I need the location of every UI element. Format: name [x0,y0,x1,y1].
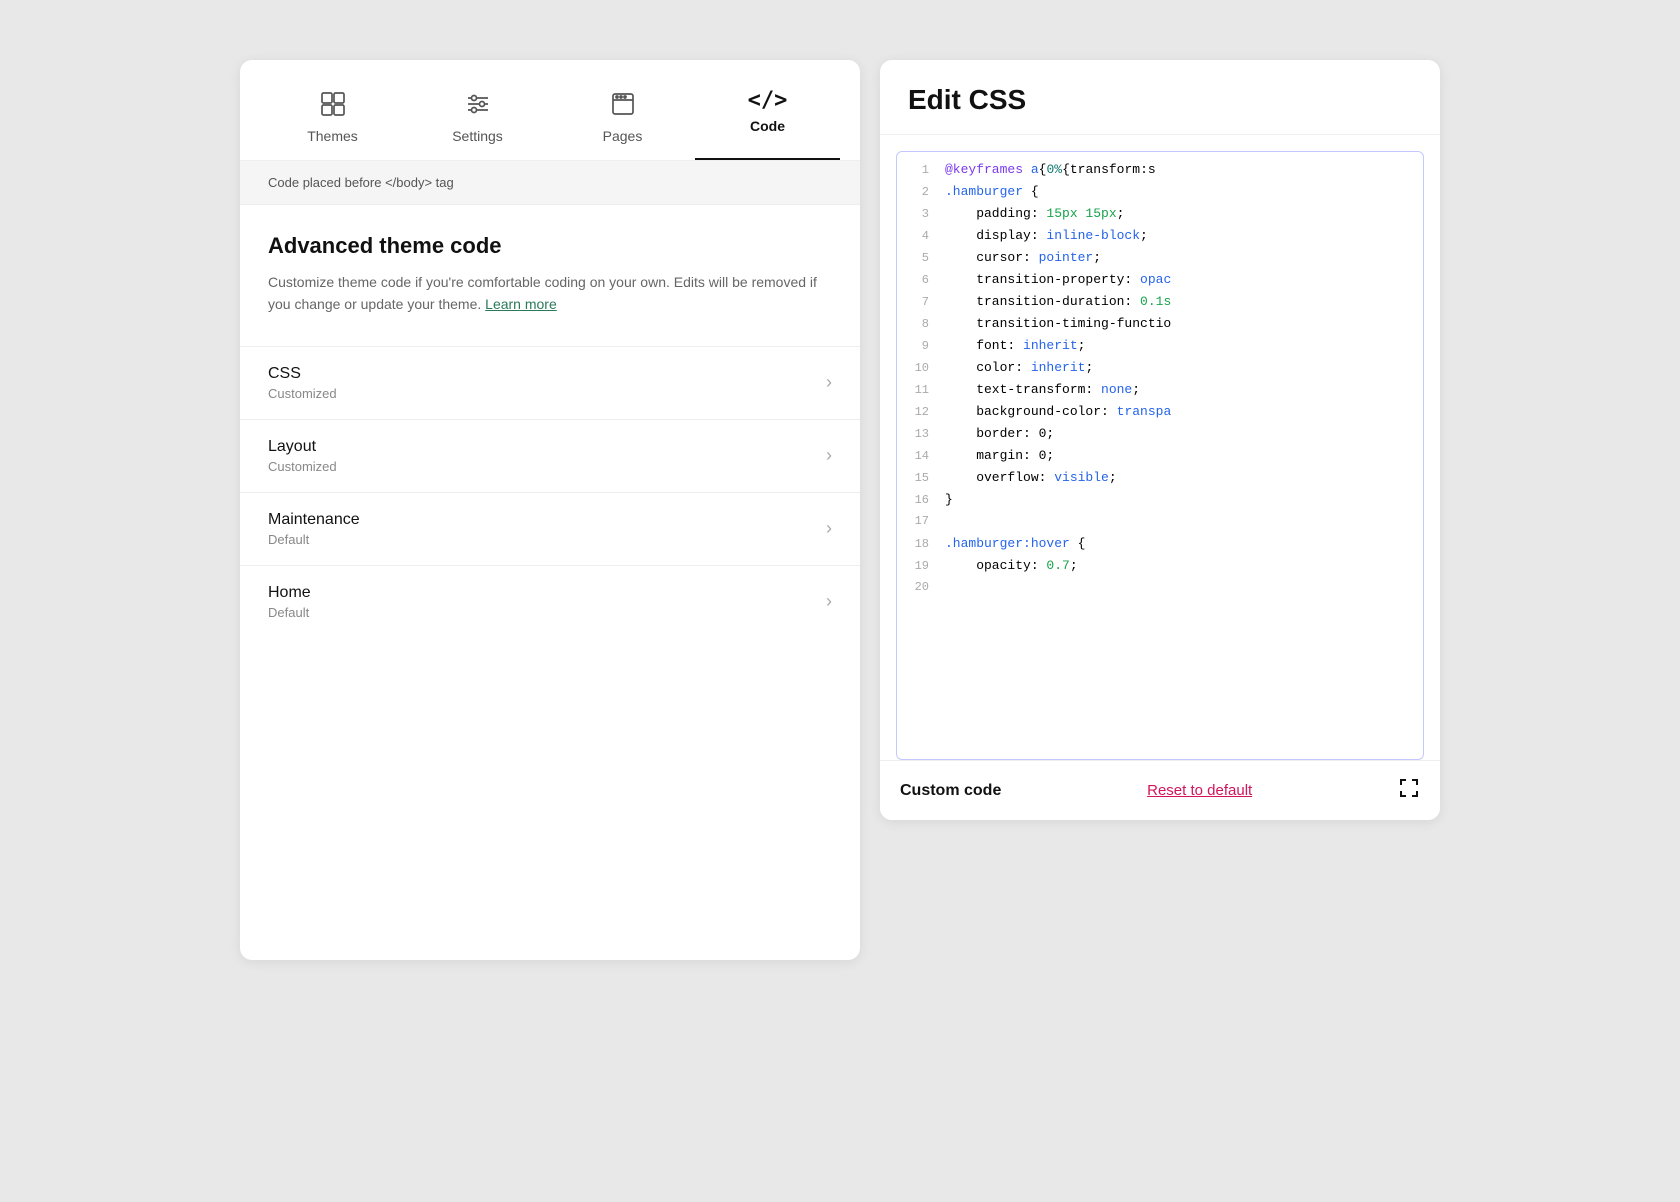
tab-code[interactable]: </> Code [695,80,840,160]
advanced-desc: Customize theme code if you're comfortab… [268,271,832,316]
settings-icon [464,90,492,122]
code-footer: Custom code Reset to default [880,760,1440,820]
tab-pages[interactable]: Pages [550,80,695,160]
editor-title: Edit CSS [908,84,1412,116]
code-line-4: 4 display: inline-block; [897,226,1423,248]
section-maintenance-title: Maintenance [268,511,360,529]
section-css-sub: Customized [268,386,337,401]
code-line-5: 5 cursor: pointer; [897,248,1423,270]
custom-code-label: Custom code [900,782,1001,800]
section-home-sub: Default [268,605,311,620]
code-line-9: 9 font: inherit; [897,336,1423,358]
learn-more-link[interactable]: Learn more [485,296,557,312]
section-maintenance-sub: Default [268,532,360,547]
section-css-title: CSS [268,365,337,383]
section-layout-title: Layout [268,438,337,456]
tab-pages-label: Pages [603,128,643,144]
chevron-right-icon: › [826,445,832,466]
code-line-11: 11 text-transform: none; [897,380,1423,402]
advanced-title: Advanced theme code [268,233,832,259]
code-line-19: 19 opacity: 0.7; [897,556,1423,578]
code-line-1: 1 @keyframes a{0%{transform:s [897,160,1423,182]
chevron-right-icon: › [826,518,832,539]
code-line-2: 2 .hamburger { [897,182,1423,204]
code-line-16: 16 } [897,490,1423,512]
pages-icon [609,90,637,122]
chevron-right-icon: › [826,372,832,393]
left-content: Code placed before </body> tag Advanced … [240,161,860,648]
reset-to-default-link[interactable]: Reset to default [1147,782,1252,799]
tab-code-label: Code [750,118,785,134]
code-line-10: 10 color: inherit; [897,358,1423,380]
code-line-18: 18 .hamburger:hover { [897,534,1423,556]
section-item-layout[interactable]: Layout Customized › [240,419,860,492]
code-line-6: 6 transition-property: opac [897,270,1423,292]
nav-tabs: Themes Settings [240,60,860,161]
section-item-home[interactable]: Home Default › [240,565,860,638]
code-line-14: 14 margin: 0; [897,446,1423,468]
code-line-3: 3 padding: 15px 15px; [897,204,1423,226]
code-line-8: 8 transition-timing-functio [897,314,1423,336]
code-line-20: 20 [897,578,1423,600]
chevron-right-icon: › [826,591,832,612]
themes-icon [319,90,347,122]
code-line-13: 13 border: 0; [897,424,1423,446]
tab-settings-label: Settings [452,128,503,144]
code-line-15: 15 overflow: visible; [897,468,1423,490]
section-home-title: Home [268,584,311,602]
section-layout-sub: Customized [268,459,337,474]
section-home-info: Home Default [268,584,311,620]
code-line-12: 12 background-color: transpa [897,402,1423,424]
banner-text: Code placed before </body> tag [268,175,454,190]
section-item-css[interactable]: CSS Customized › [240,346,860,419]
right-panel: Edit CSS 1 @keyframes a{0%{transform:s 2… [880,60,1440,820]
code-line-7: 7 transition-duration: 0.1s [897,292,1423,314]
code-placed-banner: Code placed before </body> tag [240,161,860,205]
section-layout-info: Layout Customized [268,438,337,474]
right-header: Edit CSS [880,60,1440,135]
tab-themes[interactable]: Themes [260,80,405,160]
left-panel: Themes Settings [240,60,860,960]
section-list: CSS Customized › Layout Customized › Mai… [240,336,860,648]
section-css-info: CSS Customized [268,365,337,401]
code-lines: 1 @keyframes a{0%{transform:s 2 .hamburg… [897,152,1423,608]
section-maintenance-info: Maintenance Default [268,511,360,547]
code-icon: </> [748,90,788,112]
section-item-maintenance[interactable]: Maintenance Default › [240,492,860,565]
tab-themes-label: Themes [307,128,358,144]
expand-icon[interactable] [1398,777,1420,804]
advanced-section: Advanced theme code Customize theme code… [240,205,860,336]
code-line-17: 17 [897,512,1423,534]
tab-settings[interactable]: Settings [405,80,550,160]
code-editor[interactable]: 1 @keyframes a{0%{transform:s 2 .hamburg… [897,152,1423,732]
code-editor-wrapper[interactable]: 1 @keyframes a{0%{transform:s 2 .hamburg… [896,151,1424,760]
